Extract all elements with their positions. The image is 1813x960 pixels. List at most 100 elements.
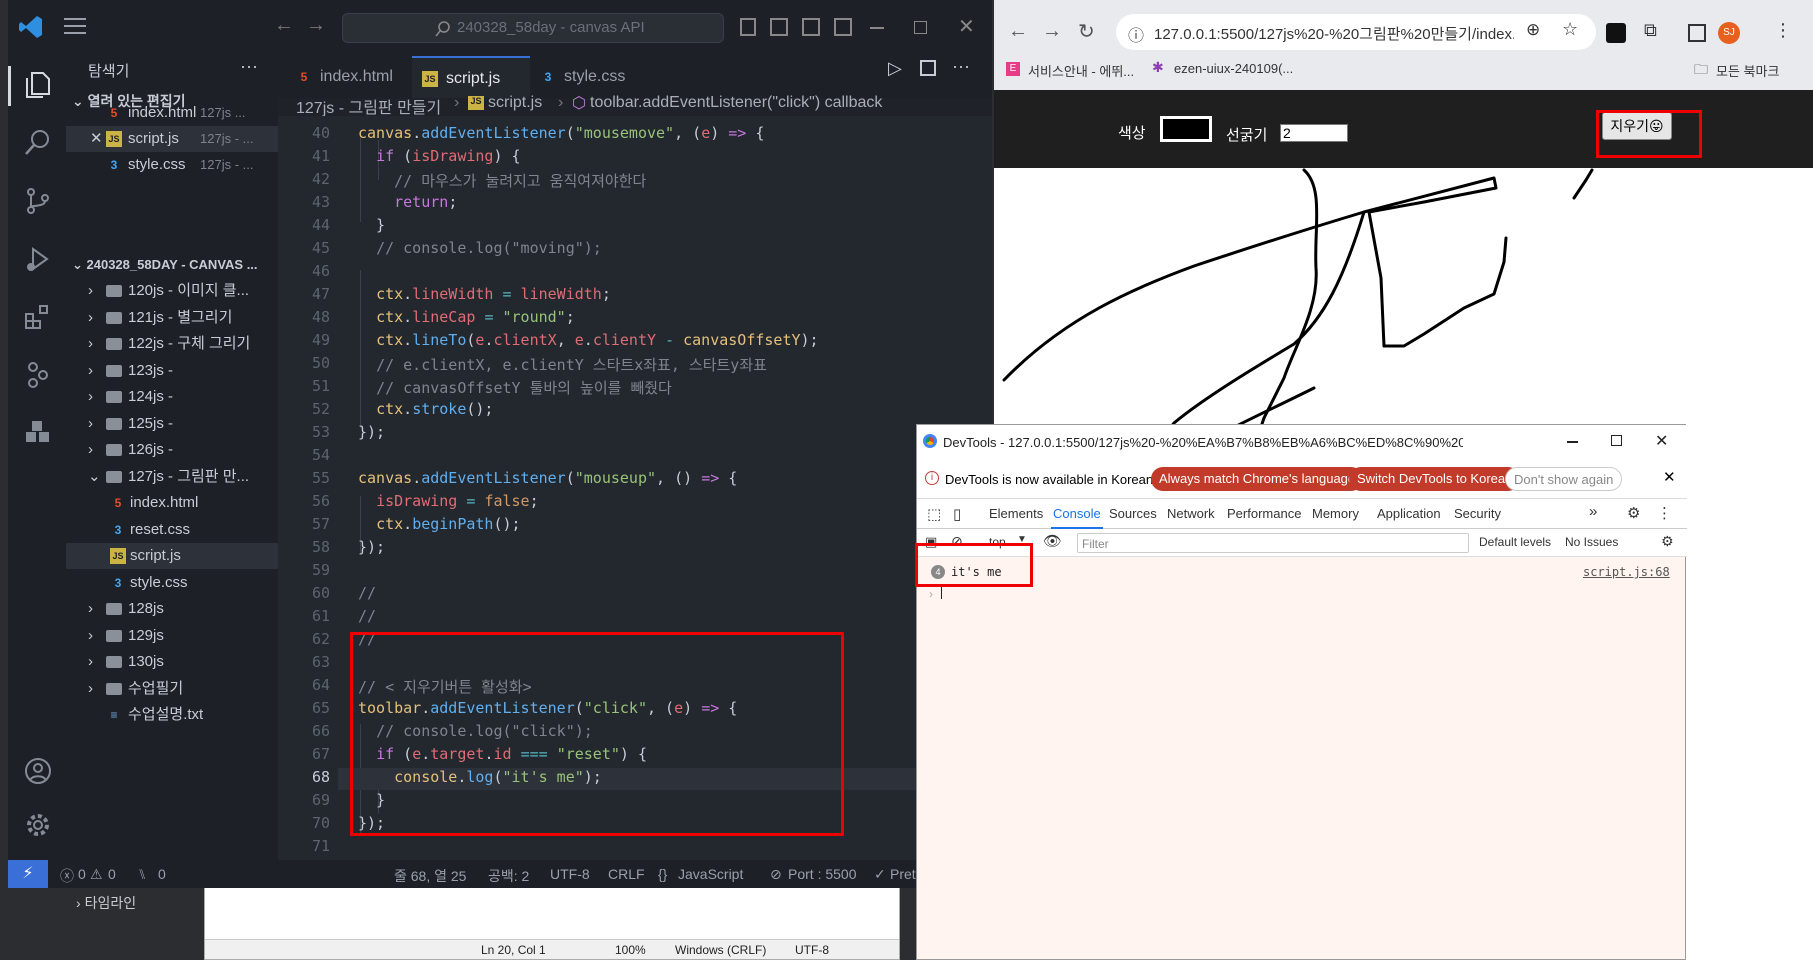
command-search-box[interactable]: 240328_58day - canvas API	[342, 13, 724, 43]
git-graph-icon[interactable]	[23, 360, 53, 390]
forward-icon[interactable]: →	[1042, 20, 1062, 43]
folder-item[interactable]: › 130js	[66, 649, 278, 675]
close-icon[interactable]: ✕	[958, 14, 975, 39]
reload-icon[interactable]: ↻	[1078, 19, 1095, 44]
source-control-icon[interactable]	[23, 186, 53, 216]
file-item[interactable]: 3 style.css	[66, 570, 278, 596]
bookmark-star-icon[interactable]: ☆	[1562, 19, 1578, 40]
devtools-settings-icon[interactable]: ⚙	[1627, 504, 1640, 522]
console-settings-icon[interactable]: ⚙	[1661, 533, 1674, 550]
dont-show-button[interactable]: Don't show again	[1505, 467, 1623, 491]
folder-item[interactable]: › 124js -	[66, 384, 278, 410]
search-sidebar-icon[interactable]	[23, 128, 53, 158]
close-editor-icon[interactable]: ✕	[90, 126, 103, 152]
devtools-tab-network[interactable]: Network	[1165, 499, 1217, 529]
live-expression-icon[interactable]: 👁	[1043, 532, 1062, 550]
chrome-menu-icon[interactable]: ⋮	[1774, 20, 1792, 41]
live-server-port[interactable]: Port : 5500	[788, 866, 857, 882]
inspect-icon[interactable]: ⬚	[927, 505, 941, 523]
folder-item[interactable]: › 수업필기	[66, 676, 278, 702]
cursor-position[interactable]: 줄 68, 열 25	[394, 866, 466, 886]
dt-maximize-icon[interactable]	[1611, 435, 1622, 446]
remote-explorer-icon[interactable]	[23, 418, 53, 448]
address-bar[interactable]: ⓘ 127.0.0.1:5500/127js%20-%20그림판%20만들기/i…	[1116, 14, 1596, 50]
switch-korean-button[interactable]: Switch DevTools to Korean	[1349, 467, 1521, 491]
forward-arrow-icon[interactable]: →	[306, 14, 326, 37]
account-icon[interactable]	[23, 756, 53, 786]
side-panel-icon[interactable]	[1688, 24, 1706, 42]
timeline-header[interactable]: › 타임라인	[76, 890, 276, 916]
drawing-canvas[interactable]	[994, 168, 1813, 448]
log-levels-dropdown[interactable]: Default levels	[1479, 535, 1551, 549]
run-icon[interactable]: ▷	[888, 58, 902, 79]
file-item[interactable]: 5 index.html	[66, 490, 278, 516]
color-picker[interactable]	[1160, 116, 1212, 142]
explorer-icon[interactable]	[23, 70, 53, 100]
errors-icon[interactable]: ⓧ	[60, 866, 74, 886]
line-width-input[interactable]	[1280, 124, 1348, 142]
open-editor-item[interactable]: 3 style.css 127js - ...	[66, 152, 278, 178]
open-editor-item[interactable]: 5 index.html 127js ...	[66, 100, 278, 126]
toggle-sidebar-icon[interactable]	[740, 18, 756, 36]
settings-gear-icon[interactable]	[23, 810, 53, 840]
back-arrow-icon[interactable]: ←	[274, 14, 294, 37]
language-mode[interactable]: JavaScript	[678, 866, 743, 882]
devtools-tab-application[interactable]: Application	[1375, 499, 1443, 529]
toggle-secondary-sidebar-icon[interactable]	[802, 18, 820, 36]
all-bookmarks[interactable]: 모든 북마크	[1716, 61, 1779, 80]
extension-pen-icon[interactable]	[1606, 23, 1626, 43]
folder-item[interactable]: › 126js -	[66, 437, 278, 463]
device-toolbar-icon[interactable]: ▯	[953, 505, 961, 523]
ports-icon[interactable]: ⑊	[138, 866, 146, 882]
zoom-icon[interactable]: ⊕	[1526, 20, 1540, 40]
back-icon[interactable]: ←	[1008, 20, 1028, 43]
breadcrumb-file[interactable]: script.js	[488, 94, 542, 112]
folder-item[interactable]: › 121js - 별그리기	[66, 305, 278, 331]
devtools-tab-console[interactable]: Console	[1051, 499, 1103, 529]
customize-layout-icon[interactable]	[834, 18, 852, 36]
menu-icon[interactable]	[64, 18, 86, 34]
editor-more-icon[interactable]: ···	[952, 56, 970, 77]
file-item[interactable]: 3 reset.css	[66, 517, 278, 543]
file-item[interactable]: JS script.js	[66, 543, 278, 569]
console-log-source[interactable]: script.js:68	[1583, 565, 1670, 579]
devtools-tab-memory[interactable]: Memory	[1310, 499, 1361, 529]
dt-close-icon[interactable]: ✕	[1655, 431, 1668, 451]
infobar-close-icon[interactable]: ✕	[1663, 468, 1676, 486]
site-info-icon[interactable]: ⓘ	[1128, 22, 1144, 46]
maximize-icon[interactable]	[914, 21, 927, 34]
extensions-icon[interactable]	[23, 302, 53, 332]
file-item[interactable]: ≡ 수업설명.txt	[66, 702, 278, 728]
bookmark-item[interactable]: ezen-uiux-240109(...	[1174, 61, 1293, 76]
profile-avatar[interactable]: SJ	[1718, 22, 1740, 44]
line-ending[interactable]: CRLF	[608, 866, 645, 882]
folder-item[interactable]: › 122js - 구체 그리기	[66, 331, 278, 357]
minimize-icon[interactable]	[870, 27, 884, 29]
code-editor[interactable]: 40 41 42 43 44 45 46 47 48 49 50 51 52 53 54 55 56 57 58 59…	[278, 116, 992, 860]
devtools-tab-sources[interactable]: Sources	[1107, 499, 1159, 529]
workspace-header[interactable]: ⌄ 240328_58DAY - CANVAS ...	[66, 252, 278, 278]
devtools-menu-icon[interactable]: ⋮	[1657, 504, 1672, 522]
encoding[interactable]: UTF-8	[550, 866, 590, 882]
breadcrumb-symbol[interactable]: toolbar.addEventListener("click") callba…	[590, 94, 882, 112]
split-editor-icon[interactable]	[920, 60, 936, 76]
open-editor-item[interactable]: ✕ JS script.js 127js - ...	[66, 126, 278, 152]
extensions-puzzle-icon[interactable]: ⧉	[1644, 20, 1657, 41]
more-tabs-icon[interactable]: »	[1589, 503, 1597, 520]
filter-input[interactable]: Filter	[1077, 533, 1469, 553]
folder-item[interactable]: › 123js -	[66, 358, 278, 384]
toggle-panel-icon[interactable]	[770, 18, 788, 36]
bookmark-item[interactable]: 서비스안내 - 에뛰...	[1028, 61, 1134, 80]
folder-item[interactable]: › 129js	[66, 623, 278, 649]
match-language-button[interactable]: Always match Chrome's language	[1151, 467, 1364, 491]
console-input[interactable]	[941, 585, 942, 599]
folder-item[interactable]: › 125js -	[66, 411, 278, 437]
indentation[interactable]: 공백: 2	[488, 866, 529, 886]
run-debug-icon[interactable]	[23, 244, 53, 274]
folder-item[interactable]: › 120js - 이미지 클...	[66, 278, 278, 304]
devtools-tab-security[interactable]: Security	[1452, 499, 1503, 529]
folder-item[interactable]: › 128js	[66, 596, 278, 622]
issues-counter[interactable]: No Issues	[1565, 535, 1618, 549]
devtools-tab-elements[interactable]: Elements	[987, 499, 1045, 529]
folder-item[interactable]: ⌄ 127js - 그림판 만...	[66, 464, 278, 490]
